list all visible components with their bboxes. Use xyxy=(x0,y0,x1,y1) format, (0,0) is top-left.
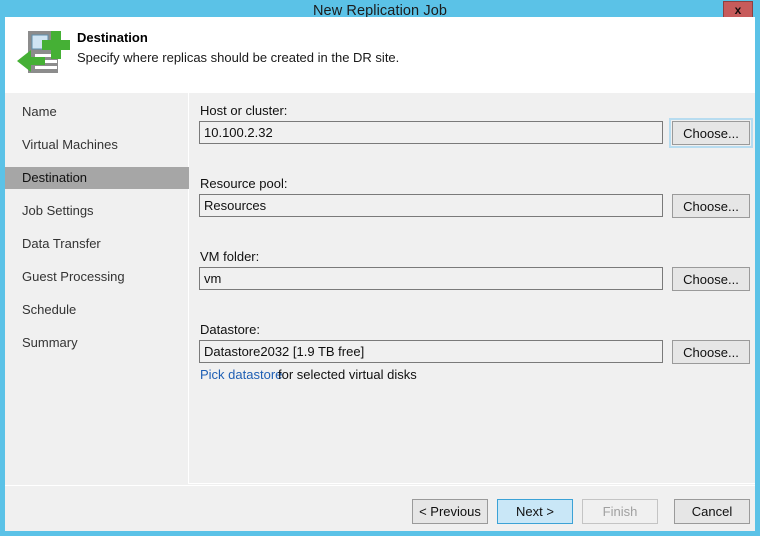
sidebar-item-schedule[interactable]: Schedule xyxy=(5,299,189,321)
datastore-input[interactable] xyxy=(199,340,663,363)
dialog-content: Name Virtual Machines Destination Job Se… xyxy=(5,93,755,484)
datastore-choose-button[interactable]: Choose... xyxy=(672,340,750,364)
replication-job-icon xyxy=(15,27,73,83)
finish-button: Finish xyxy=(582,499,658,524)
next-button[interactable]: Next > xyxy=(497,499,573,524)
new-replication-job-dialog: New Replication Job x Destination Specif… xyxy=(0,0,760,536)
host-or-cluster-choose-button[interactable]: Choose... xyxy=(669,118,753,148)
page-title: Destination xyxy=(77,30,148,45)
host-or-cluster-input[interactable] xyxy=(199,121,663,144)
resource-pool-choose-button[interactable]: Choose... xyxy=(672,194,750,218)
sidebar-item-guest-processing[interactable]: Guest Processing xyxy=(5,266,189,288)
pick-datastore-suffix: for selected virtual disks xyxy=(278,367,417,382)
host-or-cluster-label: Host or cluster: xyxy=(200,103,288,118)
resource-pool-label: Resource pool: xyxy=(200,176,288,191)
pick-datastore-link[interactable]: Pick datastore xyxy=(200,367,282,382)
sidebar-item-name[interactable]: Name xyxy=(5,101,189,123)
sidebar-item-data-transfer[interactable]: Data Transfer xyxy=(5,233,189,255)
page-subtitle: Specify where replicas should be created… xyxy=(77,50,400,65)
destination-form: Host or cluster: Choose... Resource pool… xyxy=(190,93,755,484)
sidebar-item-destination[interactable]: Destination xyxy=(5,167,189,189)
wizard-steps-sidebar: Name Virtual Machines Destination Job Se… xyxy=(5,93,189,484)
dialog-header: Destination Specify where replicas shoul… xyxy=(5,17,755,93)
vm-folder-label: VM folder: xyxy=(200,249,260,264)
dialog-footer: < Previous Next > Finish Cancel xyxy=(5,485,755,531)
sidebar-item-summary[interactable]: Summary xyxy=(5,332,189,354)
cancel-button[interactable]: Cancel xyxy=(674,499,750,524)
previous-button[interactable]: < Previous xyxy=(412,499,488,524)
sidebar-item-job-settings[interactable]: Job Settings xyxy=(5,200,189,222)
vm-folder-input[interactable] xyxy=(199,267,663,290)
sidebar-item-virtual-machines[interactable]: Virtual Machines xyxy=(5,134,189,156)
resource-pool-input[interactable] xyxy=(199,194,663,217)
datastore-label: Datastore: xyxy=(200,322,260,337)
vm-folder-choose-button[interactable]: Choose... xyxy=(672,267,750,291)
